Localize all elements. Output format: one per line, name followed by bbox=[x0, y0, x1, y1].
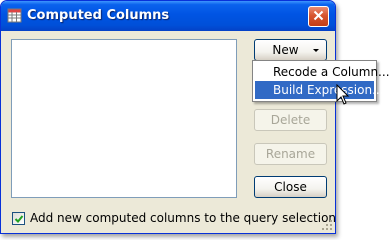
window-title: Computed Columns bbox=[27, 8, 170, 23]
close-window-button[interactable] bbox=[308, 6, 329, 27]
computed-columns-dialog: Computed Columns New Delete Rename Close… bbox=[0, 0, 336, 234]
rename-button-label: Rename bbox=[265, 147, 316, 161]
menu-item-recode-column[interactable]: Recode a Column... bbox=[255, 63, 390, 81]
add-to-selection-option[interactable]: Add new computed columns to the query se… bbox=[12, 210, 336, 226]
computed-columns-list[interactable] bbox=[11, 39, 237, 198]
new-button-label: New bbox=[272, 43, 299, 57]
close-icon bbox=[313, 10, 324, 24]
add-to-selection-checkbox[interactable] bbox=[12, 211, 25, 225]
resize-grip-icon[interactable] bbox=[321, 219, 333, 231]
delete-button-label: Delete bbox=[270, 113, 311, 127]
title-bar[interactable]: Computed Columns bbox=[1, 1, 335, 31]
delete-button[interactable]: Delete bbox=[254, 109, 327, 131]
new-button[interactable]: New bbox=[254, 39, 327, 61]
table-icon bbox=[7, 8, 22, 23]
close-button[interactable]: Close bbox=[254, 176, 327, 198]
checkbox-label: Add new computed columns to the query se… bbox=[30, 211, 336, 225]
close-button-label: Close bbox=[274, 180, 307, 194]
rename-button[interactable]: Rename bbox=[254, 143, 327, 165]
new-dropdown-menu: Recode a Column... Build Expression... bbox=[252, 60, 390, 102]
check-icon bbox=[14, 214, 24, 223]
menu-item-build-expression[interactable]: Build Expression... bbox=[255, 81, 384, 99]
chevron-down-icon bbox=[313, 49, 319, 52]
